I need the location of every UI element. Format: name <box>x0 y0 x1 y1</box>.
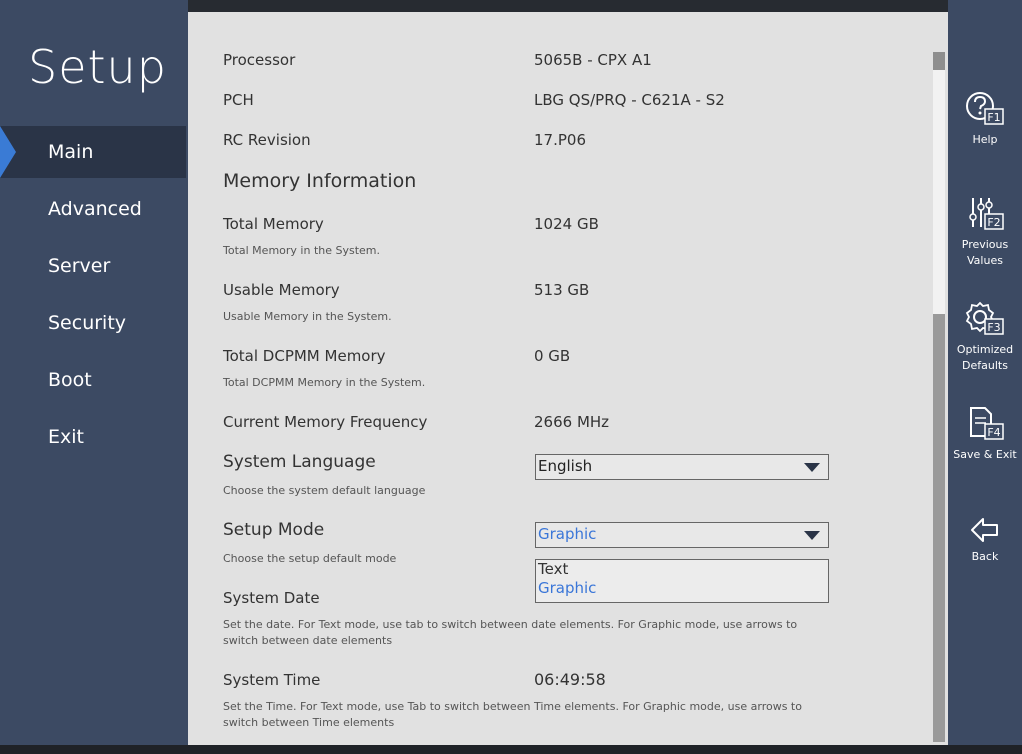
total-dcpmm-value: 0 GB <box>534 347 571 365</box>
processor-label: Processor <box>223 51 296 69</box>
system-date-label: System Date <box>223 589 320 607</box>
bottom-strip <box>0 745 1022 754</box>
app-title: Setup <box>28 40 167 94</box>
system-language-desc: Choose the system default language <box>223 484 426 497</box>
save-exit-label: Save & Exit <box>953 448 1017 461</box>
system-language-label: System Language <box>223 452 376 472</box>
total-memory-desc: Total Memory in the System. <box>223 244 381 257</box>
total-memory-label: Total Memory <box>223 215 324 233</box>
sidebar-item-security[interactable]: Security <box>0 297 186 349</box>
chevron-down-icon <box>804 531 820 540</box>
f3-key-label: F3 <box>987 321 1000 334</box>
f1-key-label: F1 <box>987 111 1000 124</box>
system-date-desc: Set the date. For Text mode, use tab to … <box>223 618 798 647</box>
memory-section-title: Memory Information <box>223 170 417 192</box>
setup-mode-select[interactable]: Graphic <box>535 522 829 548</box>
memory-frequency-value: 2666 MHz <box>534 413 610 431</box>
top-strip <box>188 0 948 12</box>
setup-mode-value: Graphic <box>538 525 597 543</box>
sidebar-item-exit[interactable]: Exit <box>0 411 186 463</box>
memory-frequency-label: Current Memory Frequency <box>223 413 428 431</box>
sidebar: Setup Main Advanced Server Security Boot… <box>0 0 188 745</box>
total-dcpmm-desc: Total DCPMM Memory in the System. <box>223 376 426 389</box>
system-language-select[interactable]: English <box>535 454 829 480</box>
pch-value: LBG QS/PRQ - C621A - S2 <box>534 91 725 109</box>
sidebar-item-boot[interactable]: Boot <box>0 354 186 406</box>
setup-mode-label: Setup Mode <box>223 520 325 540</box>
back-button[interactable]: Back <box>948 515 1022 565</box>
sidebar-item-main[interactable]: Main <box>0 126 186 178</box>
scrollbar-thumb-top[interactable] <box>933 52 945 70</box>
save-exit-button[interactable]: F4 Save & Exit <box>948 405 1022 463</box>
sidebar-item-server[interactable]: Server <box>0 240 186 292</box>
active-tab-marker <box>0 126 16 178</box>
help-icon: F1 <box>966 92 1004 125</box>
document-save-icon: F4 <box>970 407 1004 440</box>
help-label: Help <box>972 133 998 146</box>
setup-mode-dropdown: Text Graphic <box>535 559 829 603</box>
usable-memory-label: Usable Memory <box>223 281 340 299</box>
optimized-defaults-label: Optimized Defaults <box>956 343 1014 372</box>
system-time-value[interactable]: 06:49:58 <box>534 670 606 689</box>
previous-values-button[interactable]: F2 Previous Values <box>948 195 1022 269</box>
f4-key-label: F4 <box>987 426 1000 439</box>
usable-memory-value: 513 GB <box>534 281 590 299</box>
f2-key-label: F2 <box>987 216 1000 229</box>
rc-revision-value: 17.P06 <box>534 131 586 149</box>
help-button[interactable]: F1 Help <box>948 90 1022 148</box>
pch-label: PCH <box>223 91 254 109</box>
back-label: Back <box>971 550 999 563</box>
previous-values-label: Previous Values <box>961 238 1009 267</box>
gear-icon: F3 <box>965 301 1004 335</box>
system-time-label: System Time <box>223 671 321 689</box>
system-time-desc: Set the Time. For Text mode, use Tab to … <box>223 700 802 729</box>
usable-memory-desc: Usable Memory in the System. <box>223 310 392 323</box>
back-arrow-icon <box>971 518 998 542</box>
action-bar: F1 Help F2 Previous Values F3 Optimized … <box>948 0 1022 745</box>
optimized-defaults-button[interactable]: F3 Optimized Defaults <box>948 300 1022 374</box>
system-language-value: English <box>538 457 593 475</box>
setup-mode-option-graphic[interactable]: Graphic <box>536 579 828 598</box>
processor-value: 5065B - CPX A1 <box>534 51 652 69</box>
setup-mode-option-text[interactable]: Text <box>536 560 828 579</box>
chevron-down-icon <box>804 463 820 472</box>
main-panel: Processor 5065B - CPX A1 PCH LBG QS/PRQ … <box>188 12 948 754</box>
sliders-icon: F2 <box>969 198 1004 230</box>
rc-revision-label: RC Revision <box>223 131 311 149</box>
total-dcpmm-label: Total DCPMM Memory <box>223 347 386 365</box>
sidebar-item-advanced[interactable]: Advanced <box>0 183 186 235</box>
total-memory-value: 1024 GB <box>534 215 599 233</box>
scrollbar-thumb[interactable] <box>933 314 945 742</box>
